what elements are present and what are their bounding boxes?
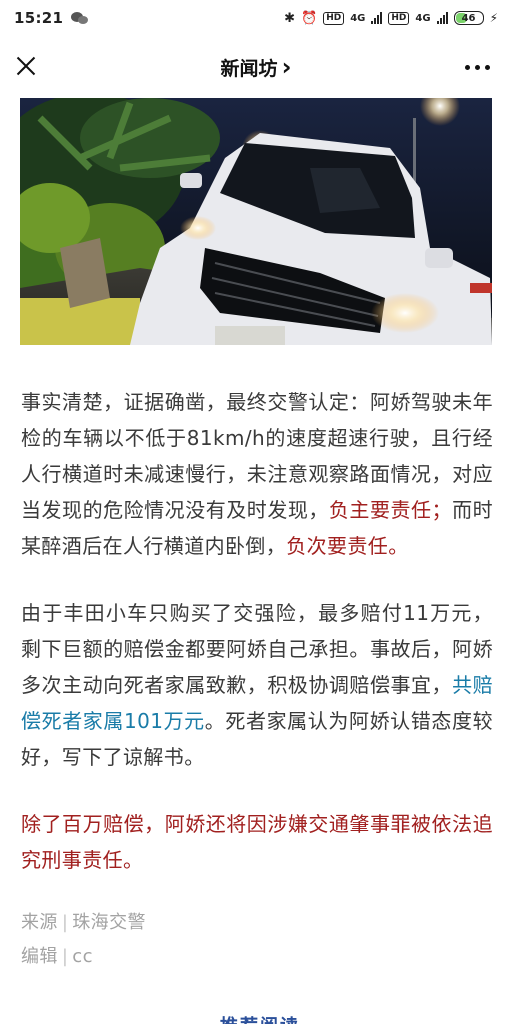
signal-icon [436,12,448,24]
alarm-icon: ⏰ [301,10,318,26]
status-icons: ✱ ⏰ HD 4G HD 4G 46 ⚡ [284,11,498,26]
status-time: 15:21 [14,9,64,27]
nav-bar: 新闻坊 › [0,36,512,98]
paragraph-liability: 事实清楚，证据确凿，最终交警认定：阿娇驾驶未年检的车辆以不低于81km/h的速度… [21,384,493,564]
more-icon[interactable] [465,65,490,70]
separator: | [61,946,69,967]
account-name: 新闻坊 [220,57,278,80]
status-bar: 15:21 ✱ ⏰ HD 4G HD 4G 46 ⚡ [0,0,512,36]
hd-badge: HD [323,11,345,25]
network-label: 4G [350,12,366,24]
source-value: 珠海交警 [72,912,146,933]
paragraph-criminal-liability: 除了百万赔偿，阿娇还将因涉嫌交通肇事罪被依法追究刑事责任。 [21,812,493,872]
charging-icon: ⚡ [489,11,498,25]
network-label: 4G [415,12,431,24]
text-segment-red: 负次要责任。 [286,534,409,558]
white-minivan-night-photo [20,98,492,345]
source-line: 来源 | 珠海交警 [21,906,493,940]
battery-level: 46 [461,12,476,24]
wechat-icon [71,11,89,25]
account-title[interactable]: 新闻坊 › [221,54,292,81]
bluetooth-icon: ✱ [284,10,295,26]
recommended-reading-heading: 推荐阅读 [200,1012,320,1024]
separator: | [61,912,69,933]
text-segment: 由于丰田小车只购买了交强险，最多赔付11万元，剩下巨额的赔偿金都要阿娇自己承担。… [21,601,493,697]
paragraph-compensation: 由于丰田小车只购买了交强险，最多赔付11万元，剩下巨额的赔偿金都要阿娇自己承担。… [21,595,493,775]
editor-line: 编辑 | cc [21,940,493,974]
battery-icon: 46 [453,11,484,25]
source-label: 来源 [21,912,58,933]
editor-label: 编辑 [21,946,58,967]
hd-badge: HD [388,11,410,25]
signal-icon [371,12,383,24]
chevron-right-icon: › [281,53,292,81]
close-icon[interactable] [14,54,38,78]
editor-value: cc [72,946,93,967]
article-photo [20,98,492,345]
text-segment-red: 负主要责任； [328,498,452,522]
article-body: 事实清楚，证据确凿，最终交警认定：阿娇驾驶未年检的车辆以不低于81km/h的速度… [21,384,493,974]
